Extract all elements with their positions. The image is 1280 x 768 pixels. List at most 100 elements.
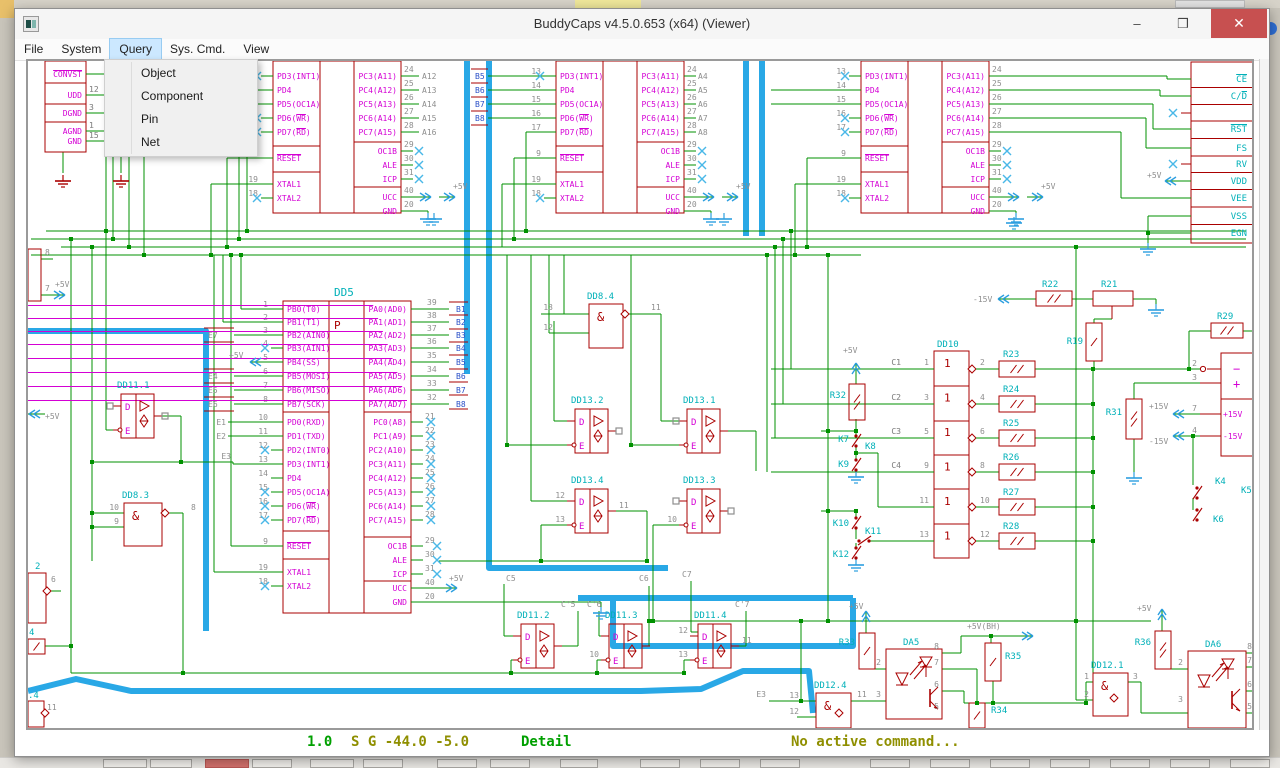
label: 29 [992, 140, 1002, 149]
and-symbol: & [824, 699, 832, 713]
label: 13 [531, 67, 541, 76]
taskbar[interactable] [0, 757, 1280, 768]
label: 15 [531, 95, 541, 104]
label: E3 [756, 690, 766, 699]
taskbar-button[interactable] [490, 759, 530, 768]
taskbar-button[interactable] [310, 759, 354, 768]
schematic-drawing[interactable]: 13PD3(INT1)14PD415PD5(OC1A)16PD6(WR)17PD… [28, 61, 1252, 728]
taskbar-button[interactable] [437, 759, 477, 768]
taskbar-button[interactable] [103, 759, 147, 768]
label: 9 [536, 149, 541, 158]
connector-pin-label: C/D [1231, 92, 1247, 102]
label: XTAL2 [560, 194, 584, 203]
label: 15 [836, 95, 846, 104]
minimize-button[interactable]: – [1117, 9, 1157, 38]
menu-item-object[interactable]: Object [105, 62, 257, 85]
taskbar-button[interactable] [560, 759, 598, 768]
output-diamond-icon [43, 587, 51, 595]
schematic-canvas[interactable]: 13PD3(INT1)14PD415PD5(OC1A)16PD6(WR)17PD… [26, 59, 1254, 730]
label: 4 [29, 628, 34, 638]
scrollbar-track[interactable] [1259, 59, 1269, 730]
junction-dot [229, 253, 233, 257]
label: A5 [698, 86, 708, 95]
label: 17 [836, 123, 846, 132]
resistor [999, 499, 1035, 515]
label: ALE [971, 161, 986, 170]
taskbar-button[interactable] [930, 759, 970, 768]
label: PC4(A12) [946, 86, 985, 95]
maximize-button[interactable]: ❒ [1163, 9, 1203, 38]
resistor-ref: R25 [1003, 419, 1019, 429]
title-bar[interactable]: BuddyCaps v4.5.0.653 (x64) (Viewer) – ❒ … [15, 9, 1269, 39]
label: ALE [383, 161, 398, 170]
connector-pin-label: VSS [1231, 212, 1247, 222]
connector-pin-label: RST [1231, 125, 1248, 135]
menu-file[interactable]: File [15, 39, 52, 60]
label: 9 [841, 149, 846, 158]
taskbar-button[interactable] [640, 759, 680, 768]
label: 19 [258, 563, 268, 572]
junction-dot [111, 237, 115, 241]
status-bar: 1.0 S G -44.0 -5.0 Detail No active comm… [15, 730, 1269, 754]
label: +5V [45, 412, 60, 421]
label: PB7(SCK) [287, 400, 326, 409]
contact-icon [854, 468, 857, 471]
buffer-1: 1 [944, 426, 951, 439]
taskbar-button[interactable] [150, 759, 192, 768]
label: CONVST [53, 70, 82, 79]
label: GND [68, 137, 83, 146]
junction-dot [826, 429, 830, 433]
junction-dot [1091, 436, 1095, 440]
taskbar-button[interactable] [990, 759, 1030, 768]
taskbar-button[interactable] [1050, 759, 1090, 768]
menu-item-pin[interactable]: Pin [105, 108, 257, 131]
label: PD6(WR) [287, 502, 321, 511]
menu-sys-cmd[interactable]: Sys. Cmd. [161, 39, 234, 60]
label: 8 [980, 461, 985, 470]
junction-dot [826, 509, 830, 513]
menu-item-net[interactable]: Net [105, 131, 257, 154]
label: 7 [1247, 656, 1252, 665]
label: 18 [248, 189, 258, 198]
label: 29 [404, 140, 414, 149]
resistor [1048, 295, 1054, 303]
taskbar-button[interactable] [1170, 759, 1210, 768]
label: 3 [924, 393, 929, 402]
buffer-1: 1 [944, 392, 951, 405]
label: 15 [89, 131, 99, 140]
menu-query[interactable]: Query [110, 39, 161, 60]
net-label: B8 [456, 400, 466, 409]
component-ref: DA6 [1205, 640, 1221, 650]
label: 2 [876, 658, 881, 667]
taskbar-button[interactable] [205, 759, 249, 768]
query-dropdown-menu: Object Component Pin Net [104, 59, 258, 157]
taskbar-button[interactable] [870, 759, 910, 768]
label: 3 [1192, 373, 1197, 382]
taskbar-button[interactable] [760, 759, 800, 768]
label: PC7(A15) [368, 516, 407, 525]
label: PB1(T1) [287, 318, 321, 327]
label: ICP [393, 570, 408, 579]
taskbar-button[interactable] [363, 759, 403, 768]
menu-system[interactable]: System [52, 39, 110, 60]
resistor-ref: R35 [1005, 652, 1021, 662]
taskbar-button[interactable] [700, 759, 740, 768]
connector-pin-label: VEE [1231, 194, 1247, 204]
junction-dot [1084, 701, 1088, 705]
label: 7 [45, 284, 50, 293]
label: +5V [1041, 182, 1056, 191]
label: ICP [666, 175, 681, 184]
status-message: No active command... [791, 734, 960, 750]
menu-view[interactable]: View [234, 39, 278, 60]
taskbar-button[interactable] [1230, 759, 1270, 768]
resistor [1131, 419, 1137, 427]
e-bubble-icon [518, 658, 522, 662]
taskbar-button[interactable] [252, 759, 292, 768]
label: 19 [531, 175, 541, 184]
label: PD4 [560, 86, 575, 95]
label: PD2(INT0) [287, 446, 330, 455]
close-button[interactable]: ✕ [1211, 9, 1267, 38]
taskbar-button[interactable] [1110, 759, 1150, 768]
label: E6 [208, 400, 218, 409]
menu-item-component[interactable]: Component [105, 85, 257, 108]
